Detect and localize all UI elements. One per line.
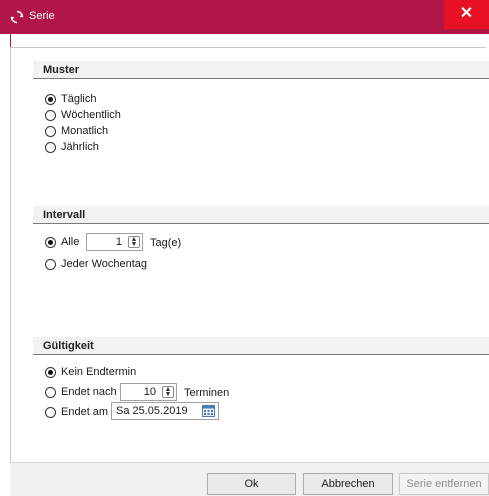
radio-kein-endtermin[interactable]: Kein Endtermin	[45, 365, 136, 379]
radio-label: Jährlich	[61, 141, 99, 153]
radio-label: Wöchentlich	[61, 109, 121, 121]
occurrences-stepper[interactable]: 10 ▲ ▼	[120, 383, 177, 401]
end-date-picker[interactable]: Sa 25.05.2019	[111, 402, 219, 420]
radio-label: Jeder Wochentag	[61, 258, 148, 270]
title-bar: Serie ✕	[0, 0, 489, 34]
radio-label: Kein Endtermin	[61, 366, 137, 378]
radio-label: Täglich	[61, 93, 97, 105]
radio-indicator[interactable]	[45, 141, 56, 153]
radio-endet-nach[interactable]: Endet nach	[45, 385, 117, 399]
radio-indicator[interactable]	[45, 125, 56, 137]
radio-woechentlich[interactable]: Wöchentlich	[45, 108, 121, 122]
radio-indicator[interactable]	[45, 406, 56, 418]
end-date-value: Sa 25.05.2019	[116, 405, 188, 417]
muster-title: Muster	[43, 64, 80, 76]
intervall-section-header: Intervall	[33, 206, 489, 224]
radio-taeglich[interactable]: Täglich	[45, 92, 96, 106]
radio-indicator[interactable]	[45, 236, 56, 248]
radio-label: Alle	[61, 236, 80, 248]
unit-label: Tag(e)	[150, 237, 182, 249]
radio-label: Monatlich	[61, 125, 109, 137]
radio-endet-am[interactable]: Endet am	[45, 405, 108, 419]
radio-label: Endet am	[61, 406, 109, 418]
termine-label: Terminen	[184, 387, 230, 399]
radio-alle[interactable]: Alle	[45, 235, 79, 249]
radio-monatlich[interactable]: Monatlich	[45, 124, 108, 138]
remove-series-button[interactable]: Serie entfernen	[399, 473, 489, 495]
muster-section-header: Muster	[33, 61, 489, 79]
spinner-icon[interactable]: ▲ ▼	[128, 236, 140, 248]
radio-jaehrlich[interactable]: Jährlich	[45, 140, 99, 154]
refresh-icon	[10, 10, 24, 24]
cancel-button[interactable]: Abbrechen	[303, 473, 393, 495]
occurrences-value: 10	[143, 386, 156, 398]
intervall-title: Intervall	[43, 209, 86, 221]
interval-days-stepper[interactable]: 1 ▲ ▼	[86, 233, 143, 251]
radio-indicator[interactable]	[45, 109, 56, 121]
spinner-icon[interactable]: ▲ ▼	[162, 386, 174, 398]
window-title: Serie	[29, 10, 55, 22]
radio-indicator[interactable]	[45, 366, 56, 378]
close-button[interactable]: ✕	[444, 0, 489, 29]
radio-indicator[interactable]	[45, 93, 56, 105]
close-icon: ✕	[459, 5, 474, 22]
radio-indicator[interactable]	[45, 258, 56, 270]
ok-button[interactable]: Ok	[207, 473, 296, 495]
gueltigkeit-title: Gültigkeit	[43, 340, 94, 352]
interval-days-value: 1	[115, 236, 122, 248]
gueltigkeit-section-header: Gültigkeit	[33, 337, 489, 355]
radio-indicator[interactable]	[45, 386, 56, 398]
radio-label: Endet nach	[61, 386, 117, 398]
radio-jeder-wochentag[interactable]: Jeder Wochentag	[45, 257, 147, 271]
calendar-icon[interactable]	[202, 405, 215, 417]
